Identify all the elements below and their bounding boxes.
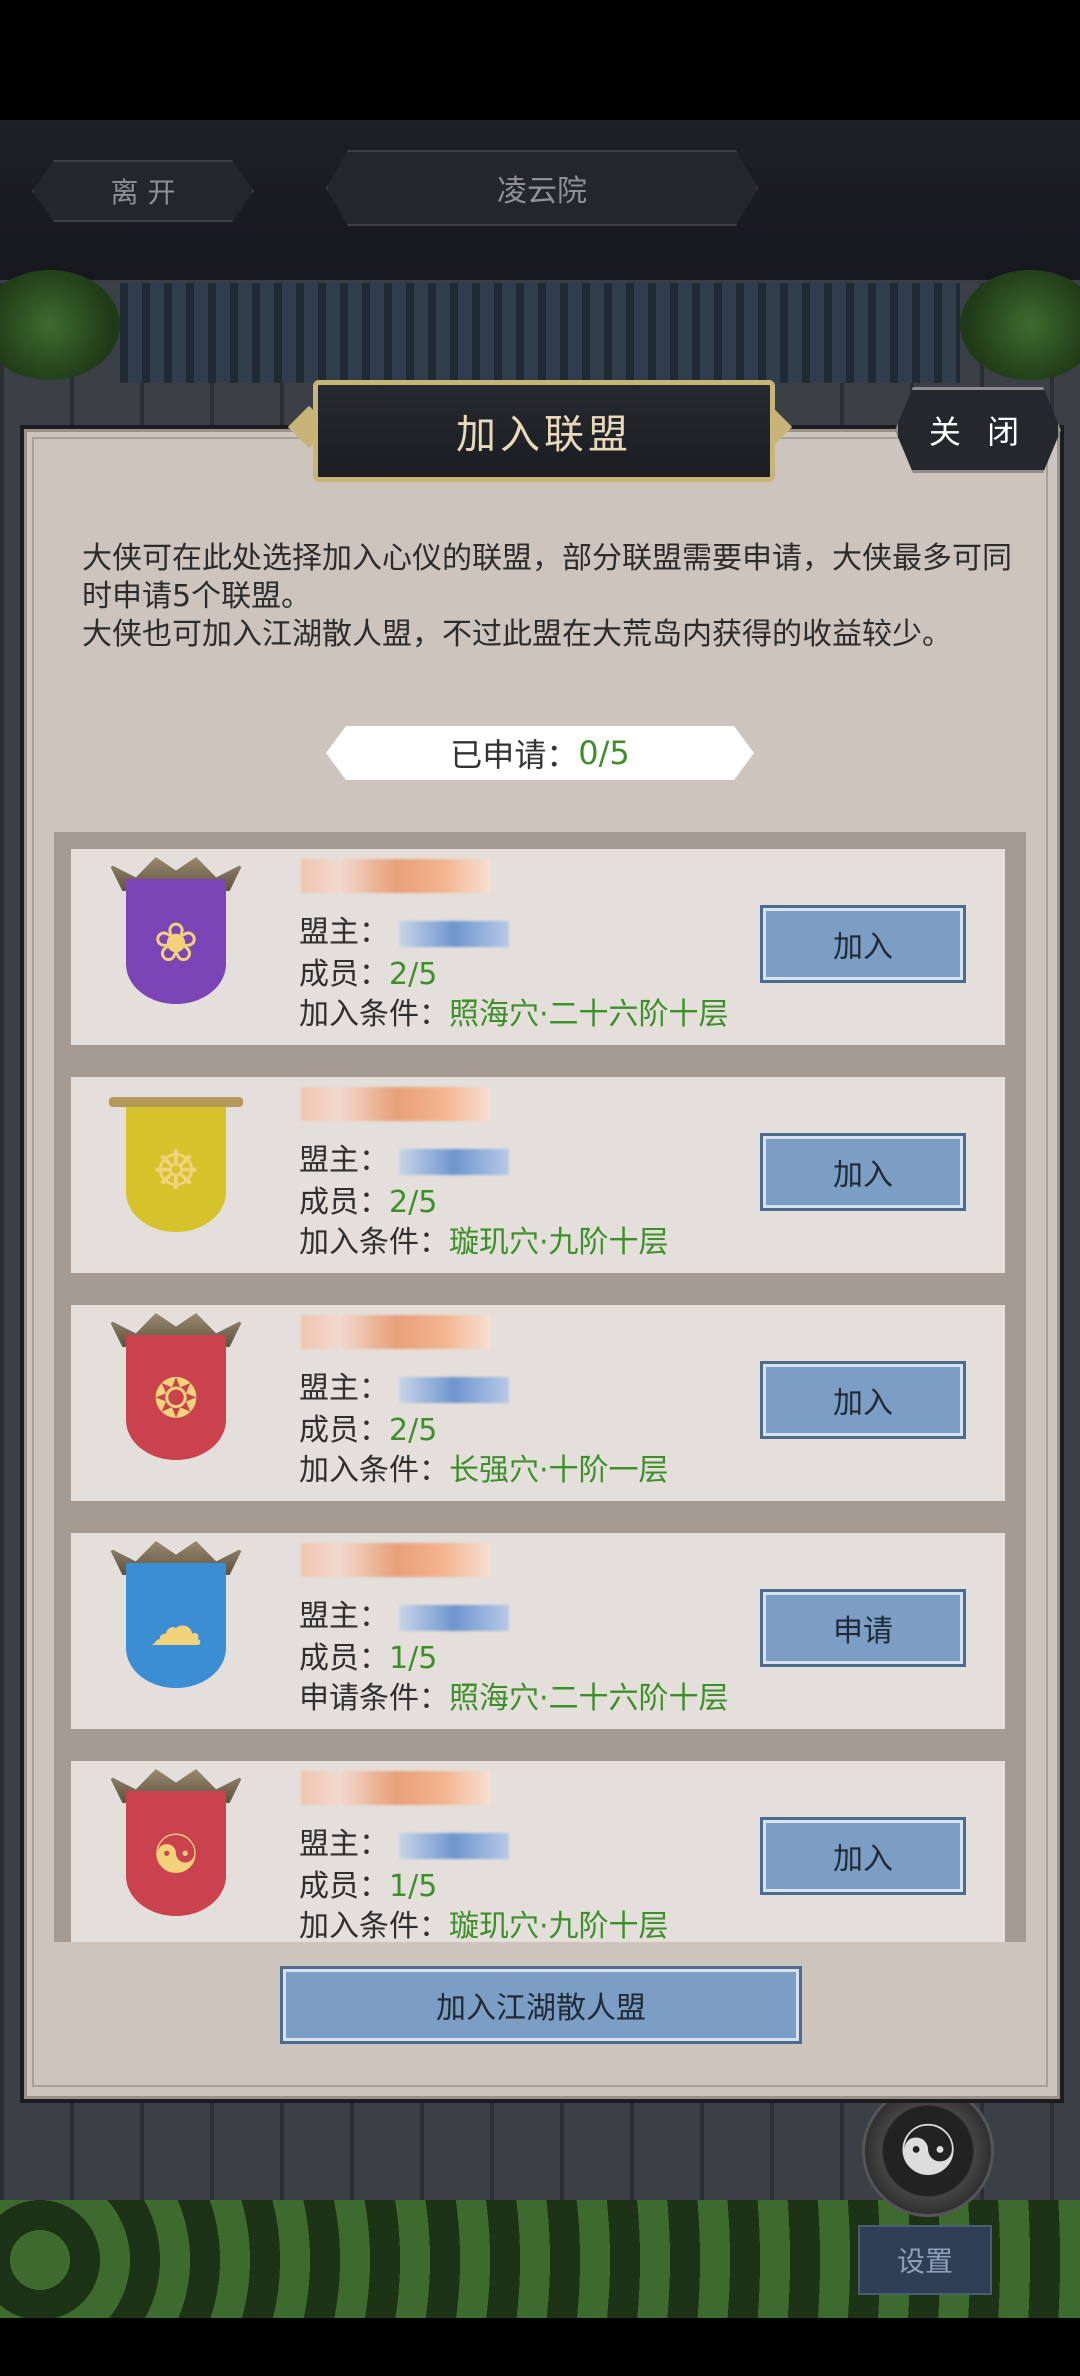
- alliance-emblem: ☁: [109, 1541, 243, 1717]
- alliance-emblem: ❀: [109, 857, 243, 1033]
- dialog-title: 加入联盟: [313, 380, 775, 482]
- leader-label: 盟主：: [299, 1371, 389, 1406]
- alliance-list[interactable]: ❀ 盟主： 成员：2/5 加入条件：照海穴·二十六阶十层 加入 ☸ 盟主： 成员…: [54, 832, 1026, 1942]
- alliance-card: ❂ 盟主： 成员：2/5 加入条件：长强穴·十阶一层 加入: [71, 1305, 1005, 1501]
- bottom-nav-area: [0, 2318, 1080, 2376]
- description-line: 大侠也可加入江湖散人盟，不过此盟在大荒岛内获得的收益较少。: [82, 617, 952, 652]
- condition-label: 加入条件：: [299, 1909, 449, 1942]
- leader-name-obscured: [399, 920, 509, 947]
- alliance-emblem: ☯: [109, 1769, 243, 1942]
- condition-row: 加入条件：璇玑穴·九阶十层: [299, 1217, 669, 1261]
- leader-name-obscured: [399, 1832, 509, 1859]
- meditating-figure-icon: ☸: [151, 1138, 201, 1202]
- taiji-button[interactable]: ☯: [862, 2085, 994, 2217]
- leader-label: 盟主：: [299, 1599, 389, 1634]
- join-button[interactable]: 加入: [760, 1361, 966, 1439]
- leave-button[interactable]: 离 开: [32, 160, 254, 222]
- members-label: 成员：: [299, 1185, 389, 1220]
- condition-label: 申请条件：: [299, 1681, 449, 1716]
- leader-label: 盟主：: [299, 1143, 389, 1178]
- leader-name-obscured: [399, 1148, 509, 1175]
- alliance-card: ☁ 盟主： 成员：1/5 申请条件：照海穴·二十六阶十层 申请: [71, 1533, 1005, 1729]
- yin-yang-icon: ☯: [151, 1822, 201, 1886]
- condition-label: 加入条件：: [299, 997, 449, 1032]
- condition-row: 加入条件：璇玑穴·九阶十层: [299, 1901, 669, 1942]
- members-row: 成员：2/5: [299, 1177, 437, 1221]
- condition-row: 加入条件：长强穴·十阶一层: [299, 1445, 669, 1489]
- members-row: 成员：1/5: [299, 1633, 437, 1677]
- alliance-name-obscured: [301, 859, 491, 893]
- members-row: 成员：2/5: [299, 949, 437, 993]
- members-value: 1/5: [389, 1641, 438, 1676]
- leader-row: 盟主：: [299, 1135, 509, 1179]
- condition-value: 长强穴·十阶一层: [449, 1453, 669, 1488]
- join-button[interactable]: 加入: [760, 905, 966, 983]
- status-bar-area: [0, 0, 1080, 120]
- alliance-name-obscured: [301, 1315, 491, 1349]
- members-value: 1/5: [389, 1869, 438, 1904]
- condition-row: 加入条件：照海穴·二十六阶十层: [299, 989, 729, 1033]
- condition-value: 照海穴·二十六阶十层: [449, 1681, 729, 1716]
- apply-button[interactable]: 申请: [760, 1589, 966, 1667]
- alliance-name-obscured: [301, 1771, 491, 1805]
- background-roof: [120, 283, 960, 383]
- members-label: 成员：: [299, 1869, 389, 1904]
- alliance-card: ❀ 盟主： 成员：2/5 加入条件：照海穴·二十六阶十层 加入: [71, 849, 1005, 1045]
- banner-rod: [109, 1097, 243, 1107]
- members-value: 2/5: [389, 1185, 438, 1220]
- alliance-name-obscured: [301, 1087, 491, 1121]
- alliance-name-obscured: [301, 1543, 491, 1577]
- settings-button[interactable]: 设置: [858, 2225, 992, 2295]
- members-row: 成员：1/5: [299, 1861, 437, 1905]
- leader-label: 盟主：: [299, 1827, 389, 1862]
- join-button[interactable]: 加入: [760, 1817, 966, 1895]
- members-label: 成员：: [299, 1413, 389, 1448]
- leader-name-obscured: [399, 1604, 509, 1631]
- applied-label: 已申请：: [450, 736, 579, 774]
- condition-value: 照海穴·二十六阶十层: [449, 997, 729, 1032]
- cloud-swirl-icon: ☁: [149, 1594, 203, 1658]
- dragon-icon: ❂: [153, 1366, 199, 1430]
- alliance-card: ☸ 盟主： 成员：2/5 加入条件：璇玑穴·九阶十层 加入: [71, 1077, 1005, 1273]
- description-line: 大侠可在此处选择加入心仪的联盟，部分联盟需要申请，大侠最多可同时申请5个联盟。: [82, 541, 1012, 614]
- leader-name-obscured: [399, 1376, 509, 1403]
- leader-row: 盟主：: [299, 1363, 509, 1407]
- condition-label: 加入条件：: [299, 1225, 449, 1260]
- members-value: 2/5: [389, 1413, 438, 1448]
- applied-value: 0/5: [578, 734, 630, 772]
- leader-label: 盟主：: [299, 915, 389, 950]
- join-wanderer-alliance-button[interactable]: 加入江湖散人盟: [280, 1966, 802, 2044]
- condition-label: 加入条件：: [299, 1453, 449, 1488]
- condition-row: 申请条件：照海穴·二十六阶十层: [299, 1673, 729, 1717]
- alliance-emblem: ❂: [109, 1313, 243, 1489]
- members-row: 成员：2/5: [299, 1405, 437, 1449]
- members-label: 成员：: [299, 957, 389, 992]
- dialog-description: 大侠可在此处选择加入心仪的联盟，部分联盟需要申请，大侠最多可同时申请5个联盟。 …: [82, 540, 1012, 654]
- location-title: 凌云院: [326, 150, 758, 226]
- leader-row: 盟主：: [299, 1819, 509, 1863]
- members-value: 2/5: [389, 957, 438, 992]
- leader-row: 盟主：: [299, 1591, 509, 1635]
- applied-counter: 已申请： 0/5: [326, 726, 754, 780]
- members-label: 成员：: [299, 1641, 389, 1676]
- join-button[interactable]: 加入: [760, 1133, 966, 1211]
- yin-yang-icon: ☯: [896, 2110, 960, 2192]
- condition-value: 璇玑穴·九阶十层: [449, 1909, 669, 1942]
- alliance-card: ☯ 盟主： 成员：1/5 加入条件：璇玑穴·九阶十层 加入: [71, 1761, 1005, 1942]
- alliance-emblem: ☸: [109, 1085, 243, 1261]
- phoenix-icon: ❀: [153, 910, 199, 974]
- leader-row: 盟主：: [299, 907, 509, 951]
- close-button[interactable]: 关 闭: [895, 387, 1061, 473]
- condition-value: 璇玑穴·九阶十层: [449, 1225, 669, 1260]
